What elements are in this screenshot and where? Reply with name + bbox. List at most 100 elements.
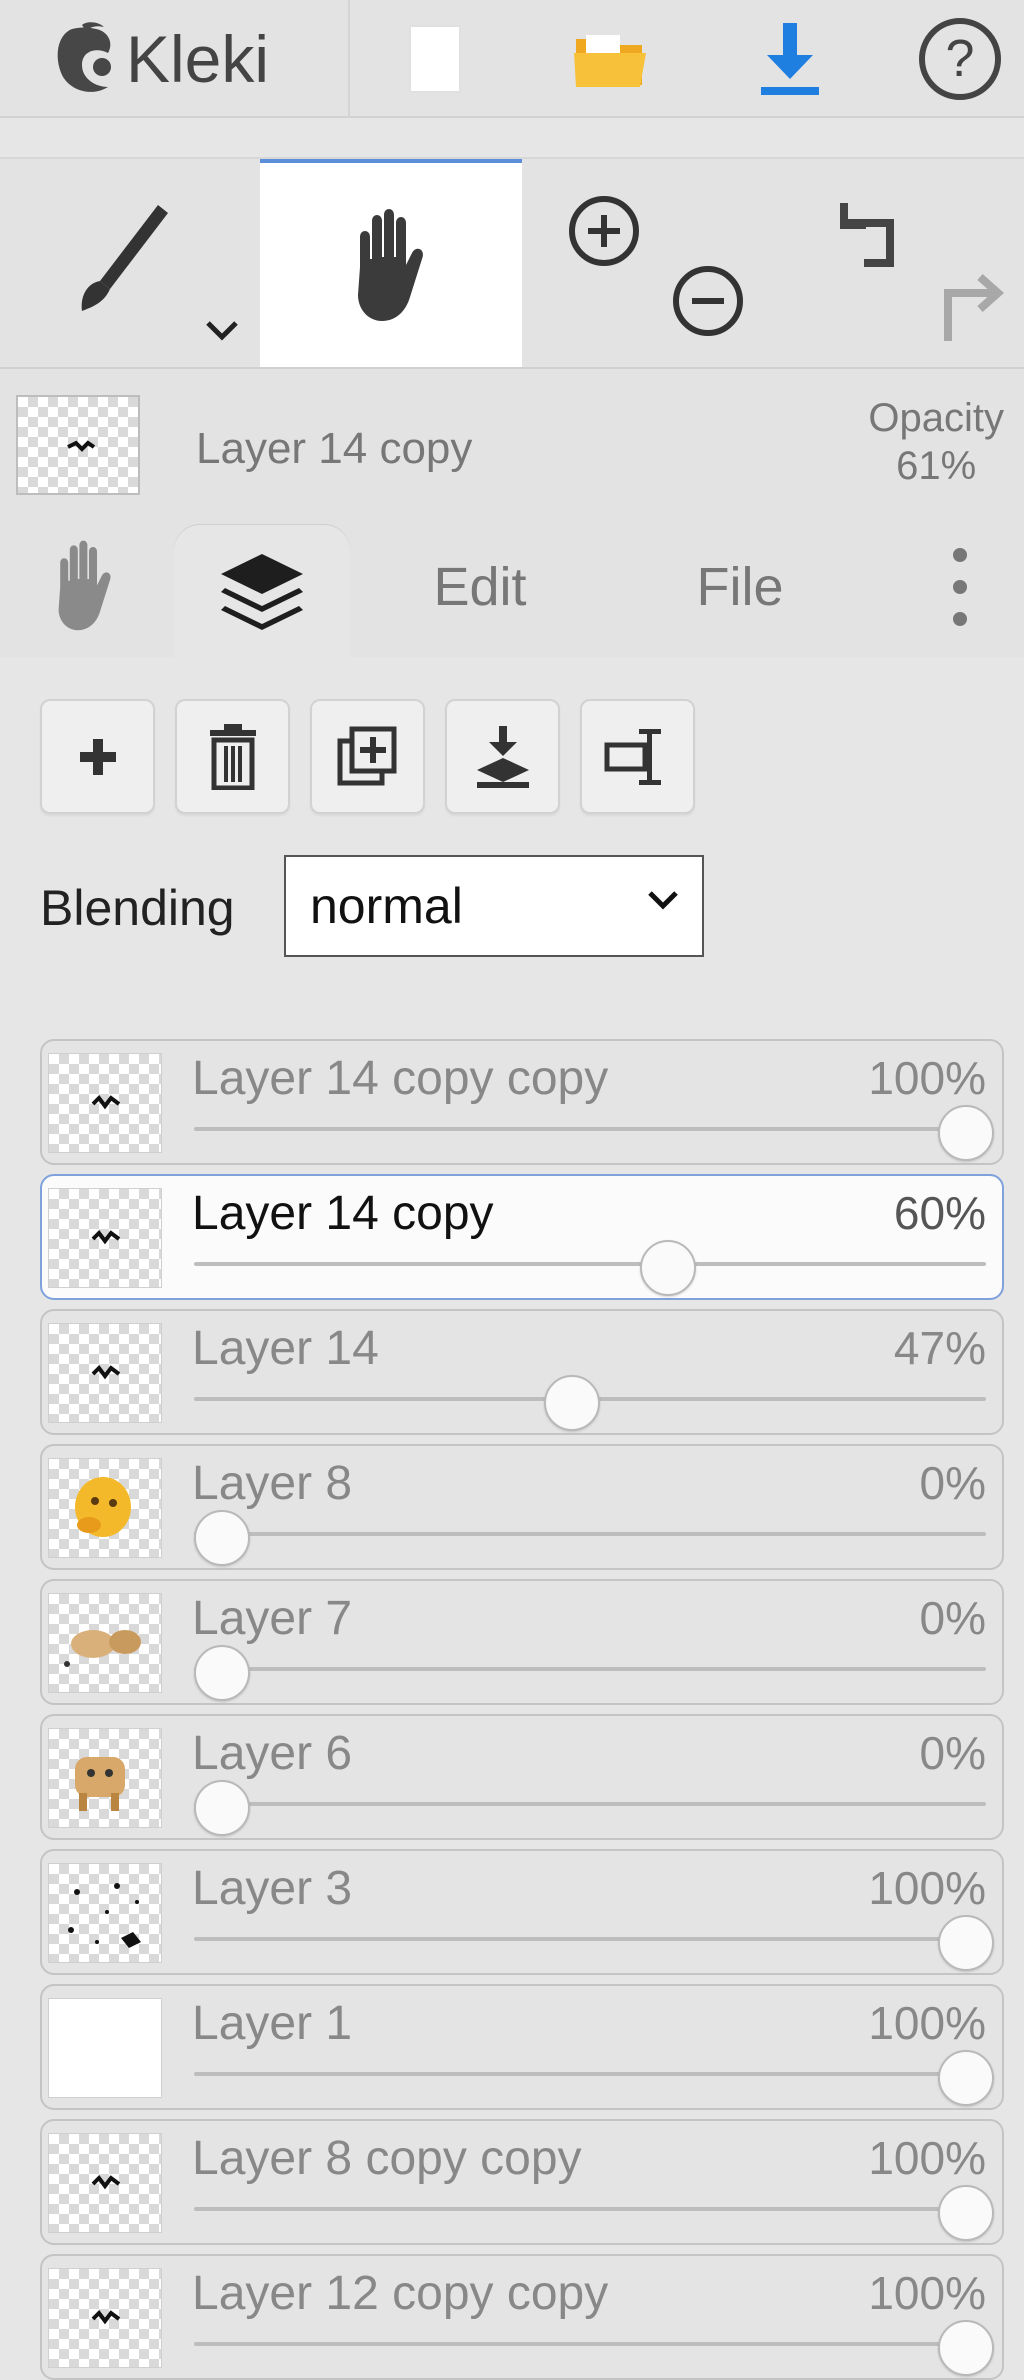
help-icon: ? [919, 18, 1001, 100]
layer-name: Layer 12 copy copy [192, 2267, 609, 2320]
opacity-slider-track[interactable] [194, 2072, 986, 2076]
layer-thumbnail [48, 1593, 162, 1693]
more-vertical-icon [953, 548, 967, 626]
help-button[interactable]: ? [905, 0, 1015, 118]
chevron-down-icon[interactable] [204, 319, 240, 343]
new-file-button[interactable] [385, 0, 485, 118]
opacity-slider-handle[interactable] [938, 1105, 994, 1161]
delete-layer-icon [209, 723, 256, 790]
tab-file[interactable]: File [660, 517, 820, 657]
svg-text:?: ? [946, 30, 975, 88]
layer-thumbnail [48, 2133, 162, 2233]
current-layer-bar: Layer 14 copy Opacity 61% [0, 367, 1024, 517]
duplicate-layer-icon [337, 726, 396, 785]
opacity-slider-track[interactable] [194, 1802, 986, 1806]
layer-thumbnail [48, 1188, 162, 1288]
opacity-slider-track[interactable] [194, 2342, 986, 2346]
layer-row[interactable]: Layer 8 0% [40, 1444, 1004, 1570]
layer-opacity-value: 100% [868, 1862, 986, 1914]
layer-name: Layer 6 [192, 1727, 353, 1780]
layer-row[interactable]: Layer 1 100% [40, 1984, 1004, 2110]
layer-row[interactable]: Layer 6 0% [40, 1714, 1004, 1840]
open-file-button[interactable] [560, 0, 660, 118]
opacity-label: Opacity [868, 396, 1004, 440]
opacity-slider-track[interactable] [194, 2207, 986, 2211]
opacity-slider-handle[interactable] [938, 2185, 994, 2241]
rename-layer-button[interactable] [580, 699, 695, 814]
layer-row[interactable]: Layer 14 copy 60% [40, 1174, 1004, 1300]
layer-opacity-value: 47% [893, 1322, 986, 1374]
layers-icon [221, 554, 303, 630]
layer-opacity-value: 60% [893, 1187, 986, 1239]
layer-opacity-value: 100% [868, 2132, 986, 2184]
save-download-button[interactable] [740, 0, 840, 118]
layer-row[interactable]: Layer 7 0% [40, 1579, 1004, 1705]
layer-name: Layer 1 [192, 1997, 353, 2050]
tab-hand[interactable] [0, 517, 170, 657]
opacity-slider-handle[interactable] [938, 2320, 994, 2376]
layer-thumbnail [48, 1053, 162, 1153]
kleki-logo-icon [57, 22, 111, 92]
download-icon [761, 23, 819, 95]
layers-panel: Blending normal Layer 14 copy copy 100% La… [0, 657, 1024, 2380]
layer-row[interactable]: Layer 14 47% [40, 1309, 1004, 1435]
opacity-slider-handle[interactable] [543, 1375, 600, 1431]
layer-opacity-display[interactable]: Opacity 61% [868, 394, 1004, 490]
layer-thumbnail [48, 2268, 162, 2368]
redo-icon[interactable] [928, 263, 1012, 347]
layer-row[interactable]: Layer 8 copy copy 100% [40, 2119, 1004, 2245]
opacity-slider-track[interactable] [194, 1127, 986, 1131]
layer-opacity-value: 0% [919, 1457, 986, 1509]
chevron-down-icon [648, 891, 678, 910]
hand-icon [58, 540, 111, 631]
app-logo[interactable]: Kleki [0, 0, 350, 118]
opacity-slider-track[interactable] [194, 1667, 986, 1671]
zoom-in-icon[interactable] [566, 193, 642, 269]
layer-row[interactable]: Layer 3 100% [40, 1849, 1004, 1975]
layer-row[interactable]: Layer 12 copy copy 100% [40, 2254, 1004, 2380]
opacity-slider-track[interactable] [194, 1937, 986, 1941]
more-menu-button[interactable] [920, 517, 1000, 657]
opacity-slider-handle[interactable] [194, 1510, 250, 1566]
opacity-slider-track[interactable] [194, 1532, 986, 1536]
blending-mode-select[interactable]: normal [284, 855, 704, 957]
top-bar: Kleki ? [0, 0, 1024, 118]
hand-icon [358, 209, 423, 321]
panel-tabs: Edit File [0, 517, 1024, 657]
app-name: Kleki [126, 22, 270, 96]
opacity-slider-handle[interactable] [938, 1915, 994, 1971]
new-page-icon [409, 25, 461, 93]
tab-edit[interactable]: Edit [400, 517, 560, 657]
opacity-slider-handle[interactable] [194, 1780, 250, 1836]
layer-row[interactable]: Layer 14 copy copy 100% [40, 1039, 1004, 1165]
layer-name: Layer 8 [192, 1457, 353, 1510]
zoom-buttons [524, 159, 743, 369]
layer-thumbnail [48, 1323, 162, 1423]
opacity-slider-handle[interactable] [194, 1645, 250, 1701]
layer-opacity-value: 100% [868, 1997, 986, 2049]
tab-layers[interactable] [174, 525, 350, 657]
opacity-slider-track[interactable] [194, 1262, 986, 1266]
layer-opacity-value: 100% [868, 1052, 986, 1104]
undo-icon[interactable] [830, 193, 914, 277]
delete-layer-button[interactable] [175, 699, 290, 814]
blending-mode-value: normal [310, 878, 463, 934]
add-layer-button[interactable] [40, 699, 155, 814]
opacity-slider-handle[interactable] [640, 1240, 697, 1296]
zoom-out-icon[interactable] [670, 263, 746, 339]
layer-thumbnail [48, 1728, 162, 1828]
brush-tool-button[interactable] [0, 159, 258, 369]
rename-layer-icon [604, 728, 661, 785]
opacity-slider-handle[interactable] [938, 2050, 994, 2106]
merge-down-button[interactable] [445, 699, 560, 814]
merge-down-icon [476, 725, 529, 788]
layer-thumbnail [48, 1458, 162, 1558]
layer-name: Layer 14 [192, 1322, 379, 1375]
blending-label: Blending [40, 880, 235, 936]
add-layer-icon [79, 738, 116, 775]
layer-name: Layer 8 copy copy [192, 2132, 582, 2185]
layer-thumbnail [48, 1863, 162, 1963]
opacity-value: 61% [896, 444, 977, 488]
duplicate-layer-button[interactable] [310, 699, 425, 814]
hand-tool-button[interactable] [260, 159, 522, 369]
